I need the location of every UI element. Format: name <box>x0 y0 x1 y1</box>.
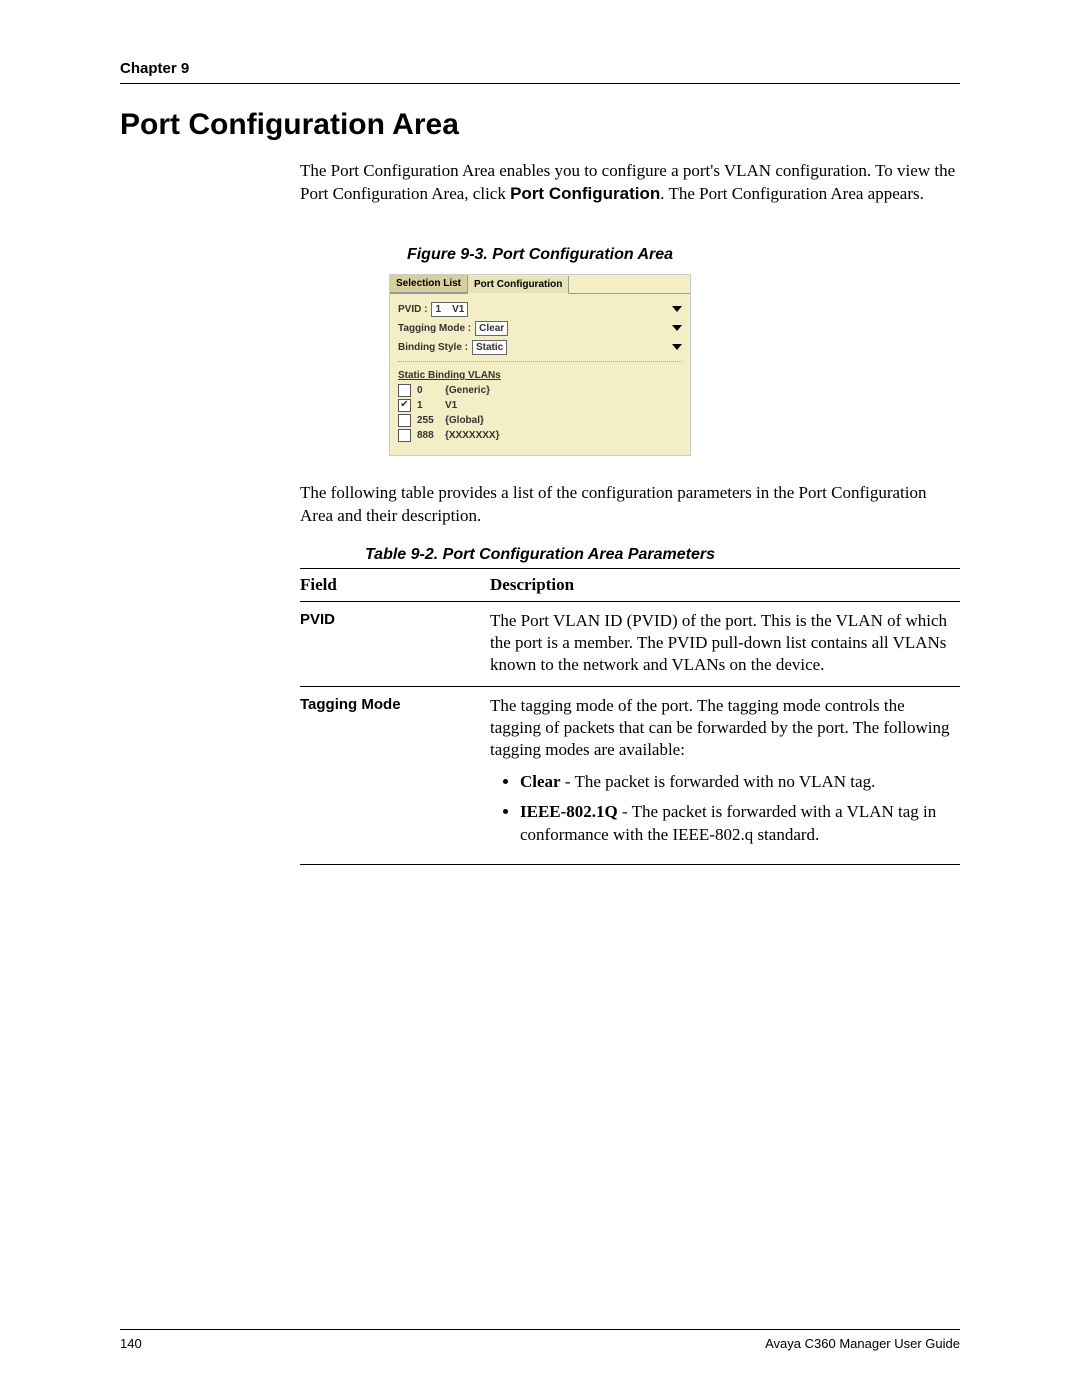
tagging-label: Tagging Mode : <box>398 323 471 334</box>
port-config-panel: Selection List Port Configuration PVID :… <box>389 274 691 456</box>
checkbox[interactable] <box>398 414 411 427</box>
vlan-id: 255 <box>417 415 445 426</box>
vlan-row: 255 {Global} <box>390 413 690 428</box>
static-binding-header: Static Binding VLANs <box>390 366 690 383</box>
list-item: IEEE-802.1Q - The packet is forwarded wi… <box>520 801 950 845</box>
tab-port-configuration[interactable]: Port Configuration <box>468 276 569 294</box>
page-number: 140 <box>120 1336 142 1351</box>
intro-bold: Port Configuration <box>510 184 660 203</box>
vlan-name: {Global} <box>445 415 484 426</box>
tagging-row: Tagging Mode : Clear <box>390 319 690 338</box>
intro-paragraph: The Port Configuration Area enables you … <box>300 160 960 206</box>
table-row: Tagging Mode The tagging mode of the por… <box>300 687 960 865</box>
vlan-name: V1 <box>445 400 457 411</box>
figure-caption: Figure 9-3. Port Configuration Area <box>120 246 960 264</box>
tagging-field[interactable]: Clear <box>475 321 508 336</box>
field-name: Tagging Mode <box>300 687 490 865</box>
pvid-label: PVID : <box>398 304 427 315</box>
desc-text: The tagging mode of the port. The taggin… <box>490 696 950 759</box>
vlan-id: 888 <box>417 430 445 441</box>
table-caption: Table 9-2. Port Configuration Area Param… <box>120 546 960 564</box>
field-name: PVID <box>300 601 490 686</box>
dropdown-icon[interactable] <box>672 306 682 312</box>
vlan-row: 888 {XXXXXXX} <box>390 428 690 443</box>
col-field: Field <box>300 568 490 601</box>
checkbox[interactable] <box>398 429 411 442</box>
dropdown-icon[interactable] <box>672 325 682 331</box>
binding-field[interactable]: Static <box>472 340 507 355</box>
bullet-bold: Clear <box>520 772 561 791</box>
vlan-name: {XXXXXXX} <box>445 430 499 441</box>
after-figure-text: The following table provides a list of t… <box>300 482 960 528</box>
tabs: Selection List Port Configuration <box>390 275 690 294</box>
vlan-row: 0 {Generic} <box>390 383 690 398</box>
list-item: Clear - The packet is forwarded with no … <box>520 771 950 793</box>
checkbox-checked[interactable]: ✔ <box>398 399 411 412</box>
chapter-label: Chapter 9 <box>120 60 960 77</box>
field-desc: The tagging mode of the port. The taggin… <box>490 687 960 865</box>
col-description: Description <box>490 568 960 601</box>
intro-text-b: . The Port Configuration Area appears. <box>660 184 924 203</box>
vlan-id: 0 <box>417 385 445 396</box>
vlan-name: {Generic} <box>445 385 490 396</box>
binding-row: Binding Style : Static <box>390 338 690 357</box>
page-title: Port Configuration Area <box>120 108 960 142</box>
binding-label: Binding Style : <box>398 342 468 353</box>
guide-title: Avaya C360 Manager User Guide <box>765 1336 960 1351</box>
separator <box>398 361 682 362</box>
vlan-id: 1 <box>417 400 445 411</box>
vlan-row: ✔ 1 V1 <box>390 398 690 413</box>
dropdown-icon[interactable] <box>672 344 682 350</box>
checkbox[interactable] <box>398 384 411 397</box>
field-desc: The Port VLAN ID (PVID) of the port. Thi… <box>490 601 960 686</box>
bullet-text: - The packet is forwarded with no VLAN t… <box>561 772 876 791</box>
header-rule <box>120 83 960 84</box>
table-row: PVID The Port VLAN ID (PVID) of the port… <box>300 601 960 686</box>
bullet-list: Clear - The packet is forwarded with no … <box>520 771 950 845</box>
page-footer: 140 Avaya C360 Manager User Guide <box>120 1329 960 1351</box>
pvid-field[interactable]: 1 V1 <box>431 302 468 317</box>
figure-wrap: Selection List Port Configuration PVID :… <box>120 274 960 456</box>
bullet-bold: IEEE-802.1Q <box>520 802 618 821</box>
tab-selection-list[interactable]: Selection List <box>390 275 468 293</box>
pvid-row: PVID : 1 V1 <box>390 300 690 319</box>
parameters-table: Field Description PVID The Port VLAN ID … <box>300 568 960 865</box>
